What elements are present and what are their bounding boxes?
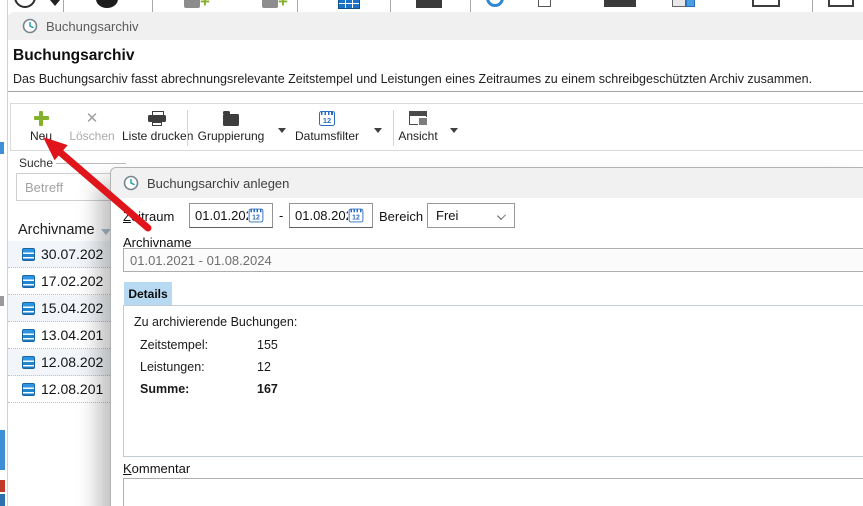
device-icon[interactable] [604, 0, 636, 7]
contact-icon[interactable] [96, 0, 118, 8]
list-item[interactable]: 12.08.202 [8, 349, 112, 376]
calendar-icon[interactable]: 12 [349, 209, 364, 223]
folder-icon [223, 114, 239, 126]
archivname-column-header[interactable]: Archivname [18, 222, 95, 238]
search-group-label: Suche [19, 156, 53, 170]
archive-list: 30.07.202 17.02.202 15.04.202 13.04.201 … [8, 241, 112, 403]
cutoff-gray-icon [0, 296, 4, 306]
printer-icon [148, 111, 166, 126]
application-window: + + Buchungsarchiv Buchungsarchiv Das Bu… [0, 0, 863, 506]
list-item[interactable]: 30.07.202 [8, 241, 112, 268]
main-icon-toolbar: + + [8, 0, 863, 12]
clock-icon [22, 18, 38, 39]
page-description: Das Buchungsarchiv fasst abrechnungsrele… [13, 72, 812, 86]
zeitraum-label: Zeitraum [123, 209, 174, 224]
datumsfilter-dropdown-chevron-icon[interactable] [374, 128, 382, 133]
ansicht-button[interactable]: Ansicht [392, 108, 444, 148]
action-toolbar: Neu ✕ Löschen Liste drucken Gruppierung … [10, 103, 863, 151]
archive-icon [22, 356, 35, 369]
dialog-titlebar[interactable]: Buchungsarchiv anlegen [111, 168, 863, 198]
archive-icon [22, 383, 35, 396]
list-item[interactable]: 12.08.201 [8, 376, 112, 403]
ansicht-dropdown-chevron-icon[interactable] [450, 128, 458, 133]
table-icon[interactable] [338, 0, 360, 9]
refresh-icon[interactable] [486, 0, 504, 7]
clock-icon[interactable] [14, 0, 36, 8]
dropdown-caret-icon[interactable] [50, 0, 60, 6]
archive-icon [22, 329, 35, 342]
toolbar-separator [187, 110, 188, 146]
list-item[interactable]: 17.02.202 [8, 268, 112, 295]
add-contact-icon[interactable] [184, 0, 200, 8]
search-group-border [56, 163, 126, 164]
buchungsarchiv-anlegen-dialog: Buchungsarchiv anlegen Zeitraum 12 - 12 … [110, 167, 863, 506]
date-from-input[interactable] [190, 208, 248, 223]
details-heading: Zu archivierende Buchungen: [134, 315, 297, 329]
workspace-tab-label: Buchungsarchiv [46, 19, 139, 34]
window-icon[interactable] [752, 0, 780, 7]
plus-icon [34, 111, 49, 126]
printer-icon[interactable] [416, 0, 442, 8]
document-icon[interactable] [538, 0, 551, 7]
date-from-field[interactable]: 12 [189, 203, 273, 228]
cutoff-blue-icon [0, 142, 4, 154]
details-panel: Zu archivierende Buchungen: Zeitstempel:… [123, 305, 863, 457]
chevron-down-icon [497, 211, 506, 220]
list-item[interactable]: 15.04.202 [8, 295, 112, 322]
grid-view-icon [409, 111, 427, 125]
left-edge-panel [0, 0, 8, 506]
x-icon: ✕ [86, 111, 99, 126]
gruppierung-button[interactable]: Gruppierung [193, 108, 269, 148]
add-item-icon[interactable] [262, 0, 278, 8]
separator-line [8, 91, 863, 92]
datumsfilter-button[interactable]: 12 Datumsfilter [287, 108, 367, 148]
bereich-select[interactable]: Frei [427, 203, 515, 228]
tab-details[interactable]: Details [124, 282, 172, 305]
copy-icon[interactable] [672, 0, 686, 7]
cutoff-blue-icon-2 [0, 494, 5, 506]
archive-icon [22, 248, 35, 261]
date-to-input[interactable] [290, 208, 348, 223]
date-range-dash: - [279, 208, 283, 223]
liste-drucken-button[interactable]: Liste drucken [122, 108, 192, 148]
archive-icon [22, 302, 35, 315]
calendar-icon: 12 [319, 111, 335, 126]
archivname-field[interactable]: 01.01.2021 - 01.08.2024 [123, 248, 863, 272]
gruppierung-dropdown-chevron-icon[interactable] [278, 128, 286, 133]
calendar-icon[interactable]: 12 [249, 209, 264, 223]
page-title: Buchungsarchiv [13, 47, 134, 65]
list-item[interactable]: 13.04.201 [8, 322, 112, 349]
loeschen-button[interactable]: ✕ Löschen [67, 108, 117, 148]
archive-icon [22, 275, 35, 288]
dialog-title: Buchungsarchiv anlegen [147, 176, 289, 191]
kommentar-textarea[interactable] [123, 478, 863, 506]
neu-button[interactable]: Neu [20, 108, 62, 148]
monitor-icon[interactable] [828, 0, 854, 7]
date-to-field[interactable]: 12 [289, 203, 373, 228]
bereich-label: Bereich [379, 209, 423, 224]
cutoff-blue-bar-icon [0, 430, 5, 470]
clock-icon [123, 175, 139, 196]
workspace-tab-buchungsarchiv[interactable]: Buchungsarchiv [8, 12, 863, 40]
kommentar-label: Kommentar [123, 461, 190, 476]
cutoff-red-icon [0, 480, 5, 492]
